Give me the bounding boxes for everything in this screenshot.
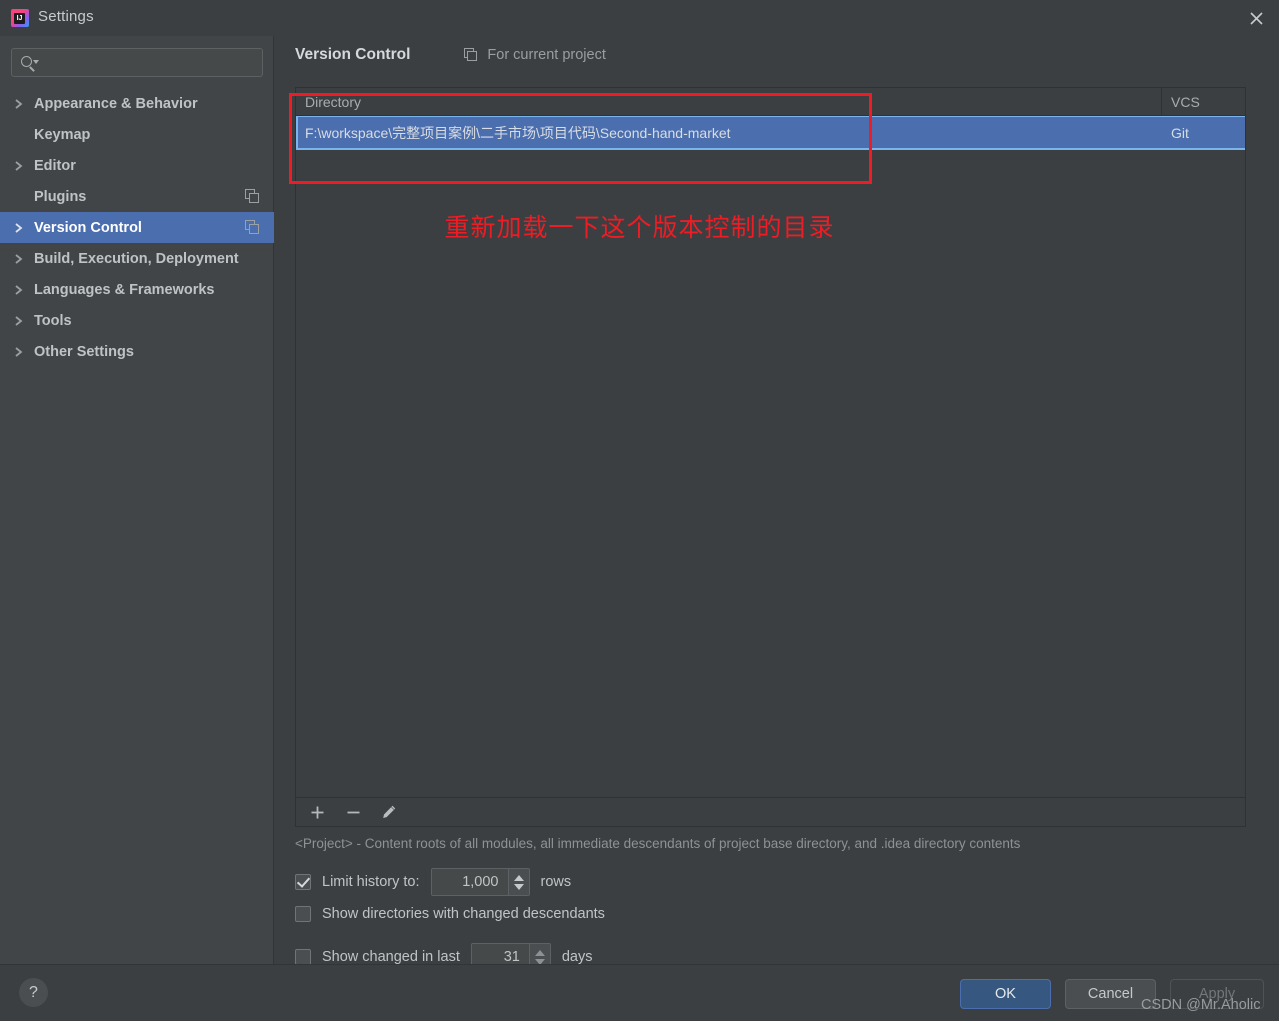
sidebar-item-plugins[interactable]: Plugins [0,181,274,212]
table-body: F:\workspace\完整项目案例\二手市场\项目代码\Second-han… [296,116,1245,150]
option-show-dirs-changed-descendants: Show directories with changed descendant… [295,906,605,922]
show-changed-in-last-label: Show changed in last [322,949,460,965]
sidebar-item-appearance-behavior[interactable]: Appearance & Behavior [0,88,274,119]
chevron-right-icon [14,98,34,110]
search-input[interactable] [40,49,262,76]
search-icon [20,55,40,72]
limit-history-spinner[interactable]: 1,000 [430,868,530,896]
sidebar-item-label: Version Control [34,219,142,236]
sidebar-item-languages-frameworks[interactable]: Languages & Frameworks [0,274,274,305]
window-title: Settings [38,8,94,25]
cell-vcs: Git [1171,125,1189,141]
sidebar-item-editor[interactable]: Editor [0,150,274,181]
sidebar-item-label: Keymap [34,126,91,143]
sidebar: Appearance & Behavior Keymap Editor Plug… [0,36,274,964]
column-header-vcs[interactable]: VCS [1162,88,1245,115]
limit-history-value[interactable]: 1,000 [431,869,508,895]
row-selection-edge [296,116,298,150]
chevron-right-icon [14,253,34,265]
show-changed-in-last-checkbox[interactable] [295,949,311,965]
sidebar-item-version-control[interactable]: Version Control [0,212,274,243]
main-content: Version Control For current project Dire… [274,36,1279,971]
vcs-mappings-table: Directory VCS F:\workspace\完整项目案例\二手市场\项… [295,87,1246,798]
sidebar-item-label: Build, Execution, Deployment [34,250,239,267]
limit-history-stepper[interactable] [507,869,529,895]
mappings-hint-text: <Project> - Content roots of all modules… [295,836,1021,851]
page-title: Version Control [295,46,411,63]
help-icon[interactable]: ? [19,978,48,1007]
ok-button[interactable]: OK [960,979,1051,1009]
show-changed-in-last-unit: days [561,949,593,965]
cell-directory: F:\workspace\完整项目案例\二手市场\项目代码\Second-han… [305,125,731,141]
sidebar-item-other-settings[interactable]: Other Settings [0,336,274,367]
limit-history-unit: rows [540,874,572,890]
content-header: Version Control For current project [295,46,606,64]
cancel-button[interactable]: Cancel [1065,979,1156,1009]
sidebar-item-build-execution-deployment[interactable]: Build, Execution, Deployment [0,243,274,274]
table-header-row: Directory VCS [296,88,1245,116]
show-dirs-changed-descendants-checkbox[interactable] [295,906,311,922]
sidebar-item-label: Tools [34,312,72,329]
title-bar: IJ Settings [0,0,1279,36]
show-dirs-changed-descendants-label: Show directories with changed descendant… [322,906,605,922]
plus-icon[interactable] [306,801,328,823]
sidebar-item-label: Editor [34,157,76,174]
pencil-icon[interactable] [378,801,400,823]
sidebar-item-label: Plugins [34,188,87,205]
settings-dialog: IJ Settings Appearance & Behavior Keymap… [0,0,1279,1021]
for-current-project-link[interactable]: For current project [464,47,606,63]
chevron-right-icon [14,284,34,296]
chevron-right-icon [14,346,34,358]
apply-button: Apply [1170,979,1264,1009]
minus-icon[interactable] [342,801,364,823]
chevron-right-icon [14,160,34,172]
limit-history-label: Limit history to: [322,874,420,890]
project-scope-icon [464,48,480,62]
chevron-right-icon [14,222,34,234]
search-field-wrapper [11,48,263,77]
option-limit-history: Limit history to: 1,000 rows [295,868,571,896]
close-icon[interactable] [1233,0,1279,36]
project-scope-icon [245,189,260,204]
sidebar-item-label: Other Settings [34,343,134,360]
sidebar-item-tools[interactable]: Tools [0,305,274,336]
project-scope-icon [245,220,260,235]
dialog-footer: ? OK Cancel Apply [0,964,1279,1021]
column-header-directory[interactable]: Directory [296,88,1162,115]
intellij-idea-icon: IJ [11,9,29,27]
chevron-right-icon [14,315,34,327]
limit-history-checkbox[interactable] [295,874,311,890]
for-current-project-label: For current project [487,47,606,63]
sidebar-item-label: Appearance & Behavior [34,95,198,112]
table-row[interactable]: F:\workspace\完整项目案例\二手市场\项目代码\Second-han… [296,116,1245,150]
table-toolbar [295,798,1246,827]
settings-nav-list: Appearance & Behavior Keymap Editor Plug… [0,88,274,367]
search-box[interactable] [11,48,263,77]
sidebar-item-label: Languages & Frameworks [34,281,215,298]
sidebar-item-keymap[interactable]: Keymap [0,119,274,150]
